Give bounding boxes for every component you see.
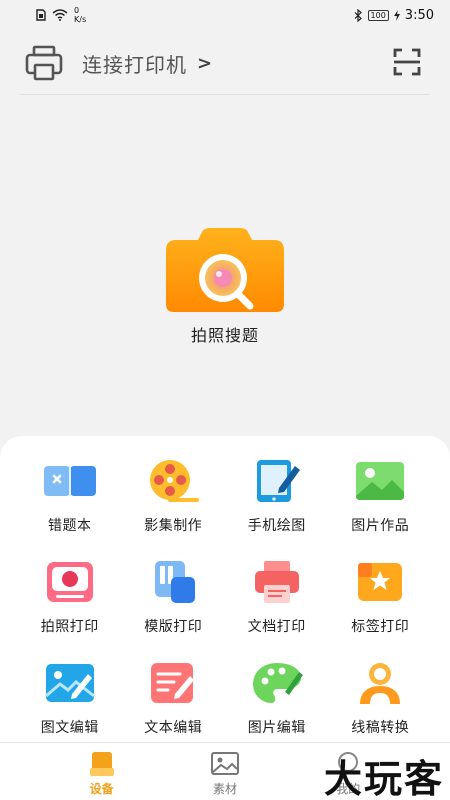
lineart-convert-icon	[360, 663, 401, 704]
tool-label: 图片作品	[351, 518, 410, 534]
tool-label: 影集制作	[144, 518, 203, 534]
wifi-icon	[52, 9, 68, 21]
tool-label: 图片编辑	[247, 720, 306, 736]
header-divider	[20, 94, 430, 95]
charging-icon	[393, 9, 400, 21]
tool-photo-print[interactable]: 拍照打印	[18, 559, 122, 636]
tools-panel: 错题本 影集制作 手机绘图 图片作品 拍照打印 模版打印 文档打印 标签打印 图…	[0, 436, 450, 742]
photo-search-button[interactable]: 拍照搜题	[160, 228, 290, 348]
tool-label: 手机绘图	[247, 518, 306, 534]
scan-icon[interactable]	[392, 47, 422, 77]
tool-text-edit[interactable]: 文本编辑	[122, 660, 226, 737]
camera-search-icon	[166, 228, 284, 312]
document-print-icon	[254, 561, 299, 603]
header: 连接打印机 >	[0, 38, 450, 88]
image-icon	[210, 752, 239, 775]
nav-label: 素材	[212, 782, 237, 796]
tool-label: 错题本	[48, 518, 92, 534]
nav-tab-devices[interactable]: 设备	[57, 743, 147, 800]
tool-picture-works[interactable]: 图片作品	[329, 458, 433, 535]
battery-indicator: 100	[367, 9, 389, 21]
film-reel-icon	[150, 460, 200, 502]
tool-label: 拍照打印	[40, 619, 99, 635]
watermark-logo: 大玩客	[323, 757, 444, 800]
tool-album-making[interactable]: 影集制作	[122, 458, 226, 535]
clock: 3:50	[404, 7, 434, 23]
net-speed-unit: K/s	[74, 15, 87, 24]
connect-printer-link[interactable]: 连接打印机 >	[82, 49, 212, 78]
tool-lineart-convert[interactable]: 线稿转换	[329, 660, 433, 737]
net-speed-value: 0	[74, 6, 80, 15]
photo-print-icon	[46, 562, 93, 602]
tool-label: 文本编辑	[144, 720, 203, 736]
connect-printer-label: 连接打印机	[82, 52, 187, 77]
photo-search-label: 拍照搜题	[190, 326, 259, 345]
picture-works-icon	[356, 462, 405, 500]
tool-label: 图文编辑	[40, 720, 99, 736]
nav-label: 设备	[89, 782, 114, 796]
tool-label: 模版打印	[144, 619, 203, 635]
tool-label: 文档打印	[247, 619, 306, 635]
tools-grid: 错题本 影集制作 手机绘图 图片作品 拍照打印 模版打印 文档打印 标签打印 图…	[18, 458, 432, 737]
template-print-icon	[155, 561, 196, 603]
nav-tab-materials[interactable]: 素材	[180, 743, 270, 800]
tool-template-print[interactable]: 模版打印	[122, 559, 226, 636]
tool-label-print[interactable]: 标签打印	[329, 559, 433, 636]
status-bar: 0 K/s 100 3:50	[0, 0, 450, 30]
tool-document-print[interactable]: 文档打印	[225, 559, 329, 636]
tool-wrong-book[interactable]: 错题本	[18, 458, 122, 535]
chevron-right-icon: >	[197, 52, 213, 74]
tool-image-text-edit[interactable]: 图文编辑	[18, 660, 122, 737]
palette-icon	[252, 663, 303, 703]
tool-image-edit[interactable]: 图片编辑	[225, 660, 329, 737]
sim-icon	[36, 9, 46, 21]
device-book-icon	[89, 752, 114, 776]
label-print-icon	[358, 563, 403, 601]
image-text-edit-icon	[44, 664, 95, 702]
wrong-book-icon	[43, 466, 96, 496]
tool-phone-drawing[interactable]: 手机绘图	[225, 458, 329, 535]
tool-label: 线稿转换	[351, 720, 410, 736]
text-edit-icon	[151, 663, 195, 703]
tablet-draw-icon	[256, 460, 300, 502]
bluetooth-icon	[354, 8, 362, 22]
printer-icon[interactable]	[24, 45, 64, 81]
net-speed: 0 K/s	[74, 6, 86, 24]
tool-label: 标签打印	[351, 619, 410, 635]
